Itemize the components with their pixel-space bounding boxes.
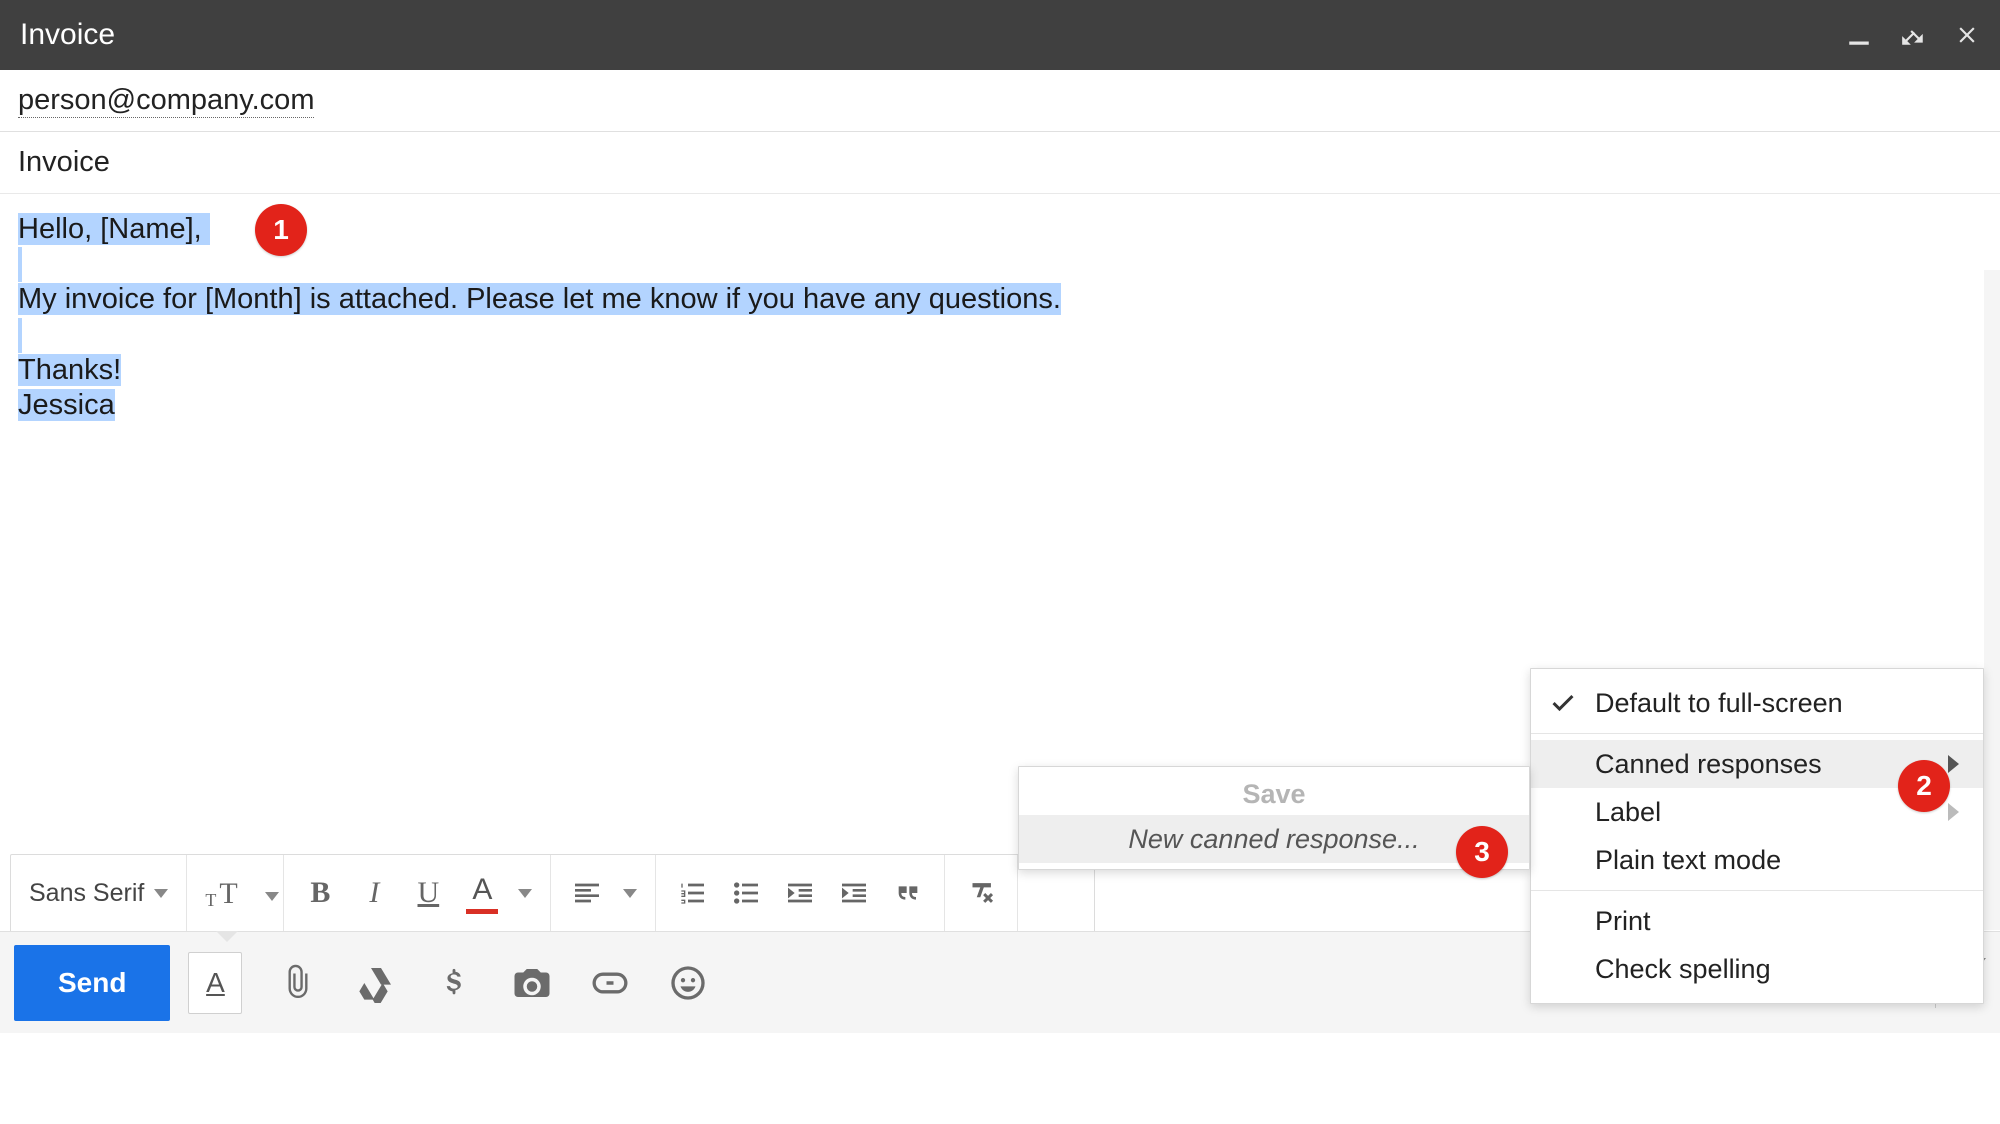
send-button[interactable]: Send [14, 945, 170, 1021]
underline-button[interactable]: U [410, 875, 446, 911]
indent-less-button[interactable] [782, 875, 818, 911]
font-family-select[interactable]: Sans Serif [29, 879, 168, 908]
check-icon [1549, 688, 1577, 716]
indent-more-button[interactable] [836, 875, 872, 911]
subject-text[interactable]: Invoice [18, 146, 110, 178]
menu-item-label: Canned responses [1595, 749, 1822, 780]
menu-item-label: Default to full-screen [1595, 688, 1843, 719]
to-field-row[interactable]: person@company.com [0, 70, 2000, 132]
menu-item-label: Check spelling [1595, 954, 1771, 985]
submenu-caret-icon [1948, 755, 1959, 773]
font-size-button[interactable]: TT [205, 875, 265, 911]
annotation-badge-3: 3 [1456, 826, 1508, 878]
annotation-badge-2: 2 [1898, 760, 1950, 812]
body-line-2: My invoice for [Month] is attached. Plea… [18, 283, 1061, 315]
insert-drive-icon[interactable] [354, 961, 398, 1005]
subject-field-row[interactable]: Invoice [0, 132, 2000, 194]
formatting-toggle-button[interactable]: A [188, 952, 242, 1014]
bulleted-list-button[interactable] [728, 875, 764, 911]
menu-plain-text[interactable]: Plain text mode [1531, 836, 1983, 884]
toolbar-pointer [216, 931, 238, 942]
selection-empty-line-2 [18, 318, 22, 353]
insert-photo-icon[interactable] [510, 961, 554, 1005]
annotation-1-label: 1 [273, 213, 289, 247]
italic-button[interactable]: I [356, 875, 392, 911]
close-icon[interactable] [1954, 22, 1980, 48]
menu-item-label: Label [1595, 797, 1661, 828]
menu-check-spelling[interactable]: Check spelling [1531, 945, 1983, 993]
insert-emoji-icon[interactable] [666, 961, 710, 1005]
annotation-badge-1: 1 [255, 204, 307, 256]
chevron-down-icon [154, 889, 168, 898]
annotation-3-label: 3 [1474, 836, 1490, 868]
submenu-new-canned-response[interactable]: New canned response... [1019, 815, 1529, 863]
popin-icon[interactable] [1900, 22, 1926, 48]
menu-print[interactable]: Print [1531, 897, 1983, 945]
more-options-menu: Default to full-screen Canned responses … [1530, 668, 1984, 1004]
body-line-3: Thanks! [18, 354, 121, 386]
compose-title: Invoice [20, 18, 115, 52]
chevron-down-icon [623, 889, 637, 898]
chevron-down-icon [265, 892, 279, 901]
menu-item-label: Plain text mode [1595, 845, 1781, 876]
attach-file-icon[interactable] [276, 961, 320, 1005]
canned-responses-submenu: Save New canned response... [1018, 766, 1530, 870]
font-family-label: Sans Serif [29, 879, 144, 908]
compose-titlebar: Invoice [0, 0, 2000, 70]
body-line-1: Hello, [Name], [18, 213, 202, 245]
chevron-down-icon [518, 889, 532, 898]
insert-money-icon[interactable] [432, 961, 476, 1005]
body-line-4: Jessica [18, 389, 115, 421]
selection-empty-line-1 [18, 247, 22, 282]
bold-button[interactable]: B [302, 875, 338, 911]
format-toolbar: Sans Serif TT B I U A [10, 854, 1095, 931]
window-controls [1846, 22, 1980, 48]
submenu-item-label: New canned response... [1128, 824, 1419, 855]
submenu-save-header: Save [1019, 773, 1529, 815]
minimize-icon[interactable] [1846, 22, 1872, 48]
remove-formatting-button[interactable] [963, 875, 999, 911]
submenu-header-label: Save [1242, 779, 1305, 810]
menu-item-label: Print [1595, 906, 1651, 937]
numbered-list-button[interactable] [674, 875, 710, 911]
menu-default-fullscreen[interactable]: Default to full-screen [1531, 679, 1983, 727]
quote-button[interactable] [890, 875, 926, 911]
text-color-button[interactable]: A [464, 875, 500, 911]
insert-link-icon[interactable] [588, 961, 632, 1005]
to-chip[interactable]: person@company.com [18, 84, 314, 118]
annotation-2-label: 2 [1916, 770, 1932, 802]
align-button[interactable] [569, 875, 605, 911]
body-scrollbar[interactable] [1984, 270, 2000, 930]
submenu-caret-icon [1948, 803, 1959, 821]
